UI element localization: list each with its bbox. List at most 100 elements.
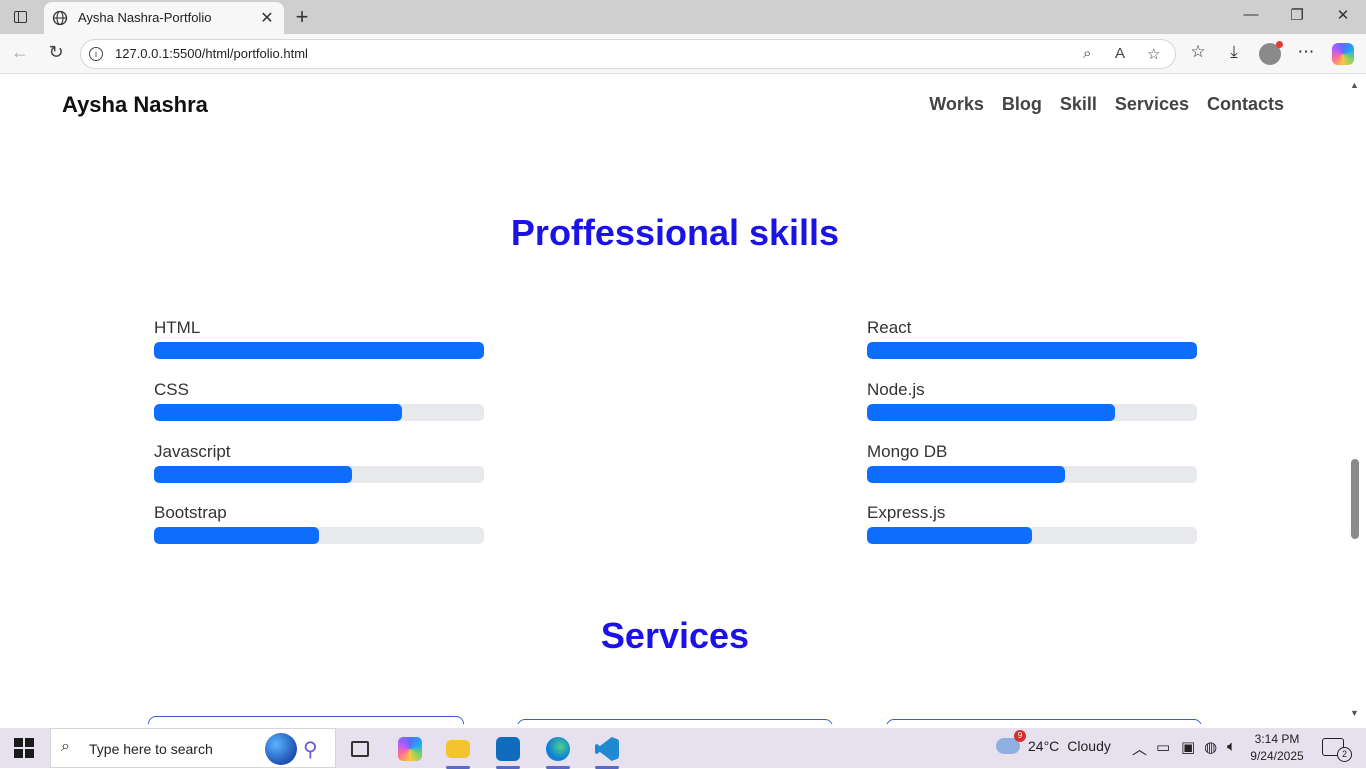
skill-javascript: Javascript	[154, 442, 484, 483]
skill-fill	[154, 342, 484, 359]
skill-fill	[154, 527, 319, 544]
skill-label: HTML	[154, 318, 201, 337]
services-heading: Services	[600, 615, 750, 656]
back-arrow-icon[interactable]: ←	[8, 42, 32, 63]
telescope-icon: ⚲	[303, 739, 318, 761]
skill-label: Javascript	[154, 442, 231, 461]
more-options-icon[interactable]: ⋯	[1294, 42, 1318, 62]
edge-browser-icon[interactable]	[540, 734, 576, 769]
skill-fill	[867, 342, 1197, 359]
skill-track	[867, 466, 1197, 483]
skill-label: CSS	[154, 380, 189, 399]
skill-track	[154, 527, 484, 544]
skill-track	[154, 404, 484, 421]
weather-condition: Cloudy	[1067, 738, 1111, 754]
skill-label: React	[867, 318, 912, 337]
skill-react: React	[867, 318, 1197, 359]
taskbar-search[interactable]: ⌕ Type here to search ⚲	[50, 728, 336, 768]
file-explorer-icon[interactable]	[440, 734, 476, 769]
meet-now-icon[interactable]: ▣	[1181, 738, 1195, 756]
new-tab-button[interactable]: +	[290, 4, 314, 30]
window-close-icon[interactable]: ✕	[1331, 6, 1355, 24]
notification-count: 2	[1337, 747, 1352, 762]
clock-date: 9/24/2025	[1250, 749, 1304, 763]
page-viewport: Aysha Nashra Works Blog Skill Services C…	[4, 74, 1346, 724]
restore-icon[interactable]: ❐	[1285, 6, 1309, 24]
task-view-icon[interactable]	[342, 734, 378, 764]
skill-bootstrap: Bootstrap	[154, 503, 484, 544]
skill-label: Node.js	[867, 380, 925, 399]
address-toolbar: ← ↻ i 127.0.0.1:5500/html/portfolio.html…	[0, 34, 1366, 74]
cloud-icon: 9	[996, 730, 1026, 754]
skill-mongodb: Mongo DB	[867, 442, 1197, 483]
nav-link-skill[interactable]: Skill	[1060, 94, 1097, 115]
scrollbar-thumb[interactable]	[1351, 459, 1359, 539]
address-bar[interactable]: i 127.0.0.1:5500/html/portfolio.html ⌕ A…	[80, 39, 1176, 69]
address-url[interactable]: 127.0.0.1:5500/html/portfolio.html	[115, 46, 308, 61]
windows-taskbar: ⌕ Type here to search ⚲ 9 24°C Cloudy ︿ …	[0, 728, 1366, 769]
weather-temp: 24°C	[1028, 738, 1060, 754]
copilot-icon[interactable]	[1332, 43, 1354, 65]
skill-track	[867, 342, 1197, 359]
search-placeholder[interactable]: Type here to search	[89, 741, 213, 757]
search-icon: ⌕	[61, 738, 70, 755]
service-card[interactable]	[517, 719, 833, 724]
page-scrollbar[interactable]: ▲ ▼	[1346, 74, 1366, 724]
taskbar-clock[interactable]: 3:14 PM 9/24/2025	[1248, 731, 1306, 765]
skill-fill	[867, 466, 1065, 483]
skill-nodejs: Node.js	[867, 380, 1197, 421]
skill-expressjs: Express.js	[867, 503, 1197, 544]
network-globe-icon[interactable]: ◍	[1204, 738, 1217, 756]
show-hidden-icons-chevron-icon[interactable]: ︿	[1132, 738, 1147, 759]
skill-track	[154, 342, 484, 359]
skill-fill	[154, 404, 402, 421]
nav-link-services[interactable]: Services	[1115, 94, 1189, 115]
site-nav: Works Blog Skill Services Contacts	[929, 94, 1284, 115]
windows-start-icon[interactable]	[14, 738, 34, 758]
tab-close-icon[interactable]: ✕	[258, 8, 276, 28]
notification-center-icon[interactable]: 2	[1322, 738, 1352, 762]
site-brand[interactable]: Aysha Nashra	[62, 92, 208, 118]
scroll-up-icon[interactable]: ▲	[1350, 80, 1359, 90]
globe-icon	[52, 10, 68, 26]
skill-track	[867, 527, 1197, 544]
skill-label: Bootstrap	[154, 503, 227, 522]
volume-icon[interactable]: 🔈︎	[1227, 738, 1236, 755]
outlook-icon[interactable]	[490, 734, 526, 769]
skill-css: CSS	[154, 380, 484, 421]
favorites-icon[interactable]: ☆	[1186, 42, 1210, 62]
skill-label: Express.js	[867, 503, 946, 522]
battery-icon[interactable]: ▭	[1156, 738, 1170, 756]
browser-tab-strip: Aysha Nashra-Portfolio ✕ + — ❐ ✕	[0, 0, 1366, 34]
skill-html: HTML	[154, 318, 484, 359]
scroll-down-icon[interactable]: ▼	[1350, 708, 1359, 718]
nav-link-contacts[interactable]: Contacts	[1207, 94, 1284, 115]
downloads-icon[interactable]: ⤓	[1222, 42, 1246, 62]
weather-badge: 9	[1014, 730, 1026, 742]
skill-fill	[867, 404, 1115, 421]
profile-avatar[interactable]	[1259, 41, 1283, 65]
skill-fill	[154, 466, 352, 483]
read-aloud-icon[interactable]: A	[1115, 45, 1125, 62]
service-card[interactable]	[148, 716, 464, 724]
skill-track	[867, 404, 1197, 421]
skills-heading: Proffessional skills	[510, 212, 840, 253]
copilot-taskbar-icon[interactable]	[392, 734, 428, 764]
skill-track	[154, 466, 484, 483]
nav-link-blog[interactable]: Blog	[1002, 94, 1042, 115]
site-info-icon[interactable]: i	[89, 47, 103, 61]
tab-title: Aysha Nashra-Portfolio	[78, 10, 212, 25]
browser-tab[interactable]: Aysha Nashra-Portfolio ✕	[44, 2, 284, 34]
weather-widget[interactable]: 9 24°C Cloudy	[996, 730, 1111, 754]
minimize-icon[interactable]: —	[1239, 6, 1263, 23]
search-highlight-globe-icon[interactable]	[265, 733, 297, 765]
skill-label: Mongo DB	[867, 442, 948, 461]
nav-link-works[interactable]: Works	[929, 94, 984, 115]
favorite-star-icon[interactable]: ☆	[1147, 45, 1160, 63]
service-card[interactable]	[886, 719, 1202, 724]
tab-actions-icon[interactable]	[8, 6, 32, 28]
vscode-icon[interactable]	[589, 734, 625, 769]
zoom-icon[interactable]: ⌕	[1083, 45, 1091, 62]
refresh-icon[interactable]: ↻	[44, 42, 68, 63]
skill-fill	[867, 527, 1032, 544]
